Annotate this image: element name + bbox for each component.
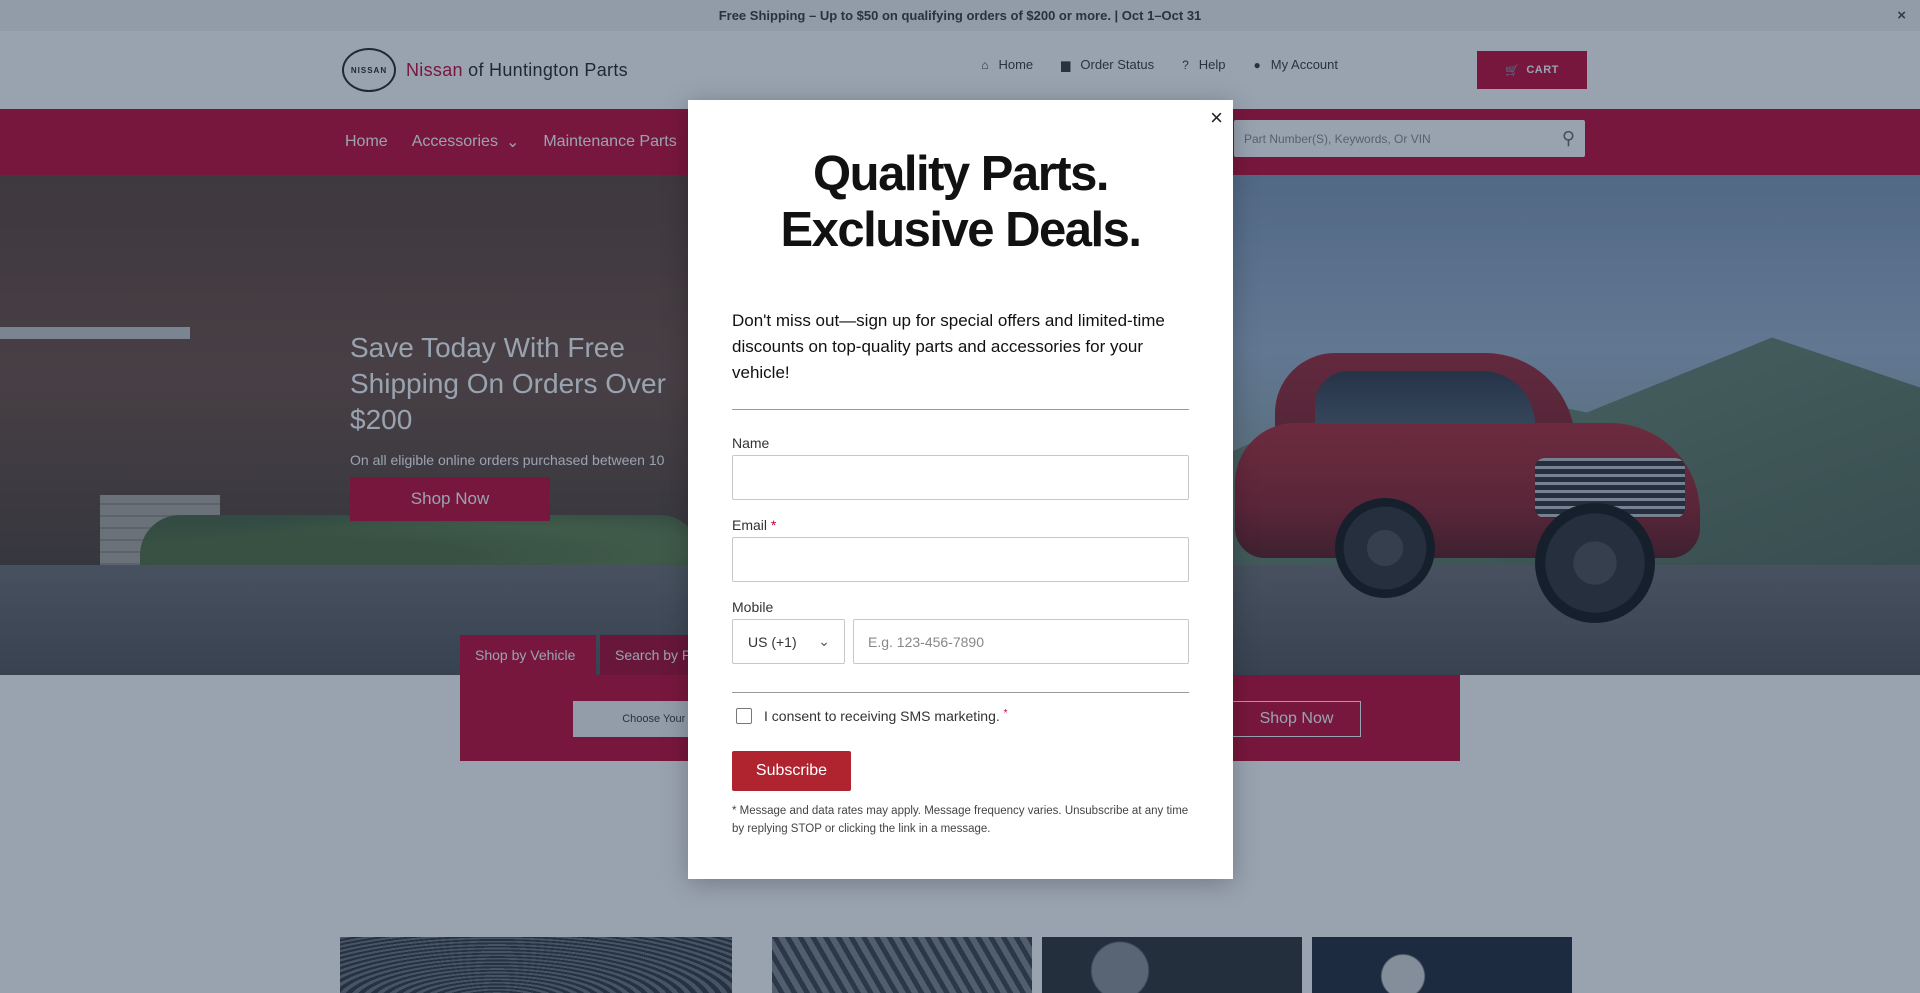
required-mark: * <box>1003 708 1008 719</box>
divider <box>732 409 1189 410</box>
name-label: Name <box>732 435 770 451</box>
close-icon[interactable]: × <box>1210 104 1223 132</box>
required-mark: * <box>770 517 777 533</box>
email-label-text: Email <box>732 517 768 533</box>
chevron-down-icon: ⌄ <box>818 633 830 649</box>
sms-consent: I consent to receiving SMS marketing. * <box>736 708 1008 724</box>
modal-heading: Quality Parts. Exclusive Deals. <box>688 146 1233 258</box>
mobile-field[interactable] <box>853 619 1189 664</box>
name-field[interactable] <box>732 455 1189 500</box>
modal-description: Don't miss out—sign up for special offer… <box>732 311 1165 382</box>
sms-consent-checkbox[interactable] <box>736 708 752 724</box>
sms-consent-label: I consent to receiving SMS marketing. * <box>764 708 1008 724</box>
signup-modal: × Quality Parts. Exclusive Deals. Don't … <box>688 100 1233 879</box>
email-label: Email * <box>732 517 776 533</box>
subscribe-button[interactable]: Subscribe <box>732 751 851 791</box>
sms-disclaimer: * Message and data rates may apply. Mess… <box>732 805 1189 835</box>
modal-heading-line-1: Quality Parts. <box>813 147 1109 201</box>
mobile-label: Mobile <box>732 599 774 615</box>
email-field[interactable] <box>732 537 1189 582</box>
sms-consent-text: I consent to receiving SMS marketing. <box>764 708 1000 724</box>
country-code-select[interactable]: US (+1) ⌄ <box>732 619 845 664</box>
country-code-value: US (+1) <box>748 633 797 650</box>
modal-heading-line-2: Exclusive Deals. <box>780 203 1142 257</box>
divider <box>732 692 1189 693</box>
